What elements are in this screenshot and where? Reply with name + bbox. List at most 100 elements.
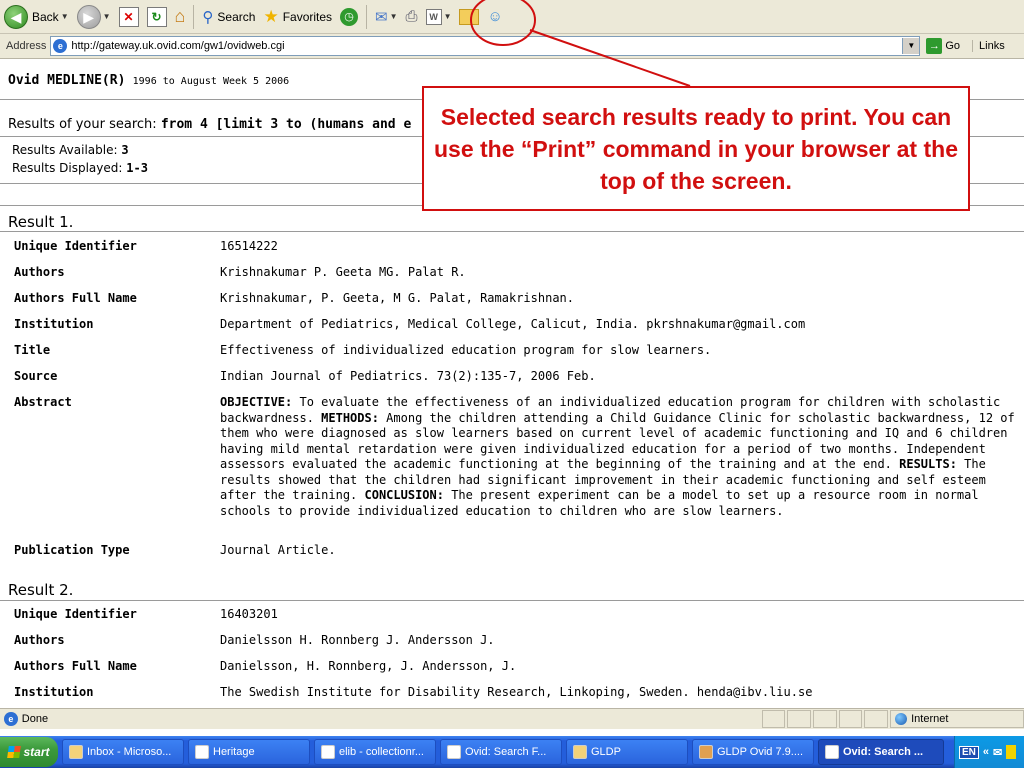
tray-expand-icon[interactable]: « [983,746,989,758]
status-text: Done [21,713,49,725]
stop-button[interactable]: ✕ [115,4,143,30]
home-button[interactable]: ⌂ [171,4,190,30]
toolbar-divider [193,4,195,29]
toolbar-divider [366,4,368,29]
links-button[interactable]: Links [972,40,1005,52]
taskbar-item[interactable]: elib - collectionr... [314,739,436,765]
system-tray: EN « ✉ [954,736,1024,768]
chevron-down-icon[interactable]: ▼ [902,38,920,54]
messenger-icon: ☺ [487,8,503,25]
status-bar: e Done Internet [0,708,1024,729]
results-available: Results Available: 3 [12,143,129,157]
chevron-down-icon[interactable]: ▼ [61,12,69,21]
taskbar-item[interactable]: Ovid: Search F... [440,739,562,765]
taskbar-item-active[interactable]: Ovid: Search ... [818,739,944,765]
results-counts: Results Available: 3 Results Displayed: … [12,141,148,177]
browser-toolbar: ◀ Back ▼ ▶ ▼ ✕ ↻ ⌂ ⚲ Search ★ Favorites … [0,0,1024,34]
favorites-button[interactable]: ★ Favorites [259,4,336,30]
database-range: 1996 to August Week 5 2006 [132,76,290,87]
forward-button[interactable]: ▶ ▼ [73,4,115,30]
windows-logo-icon [7,746,22,758]
print-callout: Selected search results ready to print. … [422,86,970,211]
edit-button[interactable]: W ▼ [422,4,456,30]
document-icon [195,745,209,759]
result-heading: Result 2. [8,581,74,599]
search-summary: Results of your search: from 4 [limit 3 … [8,117,411,132]
status-pane [864,710,889,728]
record-row: Authors Danielsson H. Ronnberg J. Anders… [14,633,495,647]
ie-icon [447,745,461,759]
folder-icon [573,745,587,759]
page-icon: e [53,39,68,53]
result-heading: Result 1. [8,213,74,231]
record-row: Publication Type Journal Article. [14,543,336,557]
record-row: Institution Department of Pediatrics, Me… [14,317,806,331]
search-button[interactable]: ⚲ Search [198,4,259,30]
messenger-button[interactable]: ☺ [483,4,506,30]
mail-icon[interactable]: ✉ [993,746,1002,759]
globe-icon [895,713,908,725]
taskbar-item[interactable]: GLDP [566,739,688,765]
history-button[interactable]: ◷ [336,4,362,30]
search-query: from 4 [limit 3 to (humans and e [160,117,412,132]
search-icon: ⚲ [202,8,214,26]
record-row: Unique Identifier 16403201 [14,607,278,621]
printer-icon: ⎙ [405,8,418,25]
go-button[interactable]: → Go [926,38,960,54]
folder-icon [459,8,480,25]
record-row: Abstract OBJECTIVE: To evaluate the effe… [14,395,1024,543]
database-name: Ovid MEDLINE(R) [8,73,126,88]
record-row: Authors Full Name Krishnakumar, P. Geeta… [14,291,575,305]
record-row: Authors Krishnakumar P. Geeta MG. Palat … [14,265,466,279]
powerpoint-icon [699,745,713,759]
mail-icon: ✉ [375,8,388,26]
search-prefix: Results of your search: [8,117,157,132]
address-input[interactable] [69,38,903,54]
taskbar-item[interactable]: GLDP Ovid 7.9.... [692,739,814,765]
page-icon: e [4,712,18,726]
taskbar-item[interactable]: Inbox - Microso... [62,739,184,765]
chevron-down-icon[interactable]: ▼ [390,12,398,21]
ie-icon [321,745,335,759]
stop-icon: ✕ [118,6,139,27]
outlook-icon [69,745,83,759]
go-arrow-icon: → [926,38,943,54]
status-pane [813,710,837,728]
back-arrow-icon: ◀ [4,4,28,29]
back-button[interactable]: ◀ Back ▼ [0,4,73,30]
result-record: Unique Identifier 16514222 Authors Krish… [14,239,1024,569]
chevron-down-icon[interactable]: ▼ [103,12,111,21]
ie-icon [825,745,839,759]
refresh-icon: ↻ [146,6,167,27]
address-label: Address [6,40,47,52]
abstract-text: OBJECTIVE: To evaluate the effectiveness… [220,395,1015,518]
mail-button[interactable]: ✉ ▼ [371,4,402,30]
chevron-down-icon[interactable]: ▼ [444,12,452,21]
print-button[interactable]: ⎙ [402,4,422,30]
refresh-button[interactable]: ↻ [143,4,171,30]
database-line: Ovid MEDLINE(R) 1996 to August Week 5 20… [8,73,289,88]
alert-icon[interactable] [1006,745,1017,759]
folder-button[interactable] [455,4,483,30]
status-pane [787,710,812,728]
divider [0,600,1024,601]
start-button[interactable]: start [0,737,58,767]
result-record: Unique Identifier 16403201 Authors Danie… [14,607,1024,708]
language-indicator[interactable]: EN [959,745,979,759]
star-icon: ★ [263,6,279,26]
record-row: Title Effectiveness of individualized ed… [14,343,712,357]
status-pane [838,710,863,728]
divider [0,231,1024,232]
home-icon: ⌂ [174,6,186,26]
edit-icon: W [425,8,442,25]
taskbar: start Inbox - Microso... Heritage elib -… [0,736,1024,768]
record-row: Institution The Swedish Institute for Di… [14,685,813,699]
history-icon: ◷ [340,7,359,26]
record-row: Authors Full Name Danielsson, H. Ronnber… [14,659,517,673]
taskbar-item[interactable]: Heritage [188,739,310,765]
callout-text: Selected search results ready to print. … [434,103,958,194]
status-pane [761,710,786,728]
record-row: Unique Identifier 16514222 [14,239,278,253]
zone-pane: Internet [890,710,1024,728]
forward-arrow-icon: ▶ [76,4,101,29]
